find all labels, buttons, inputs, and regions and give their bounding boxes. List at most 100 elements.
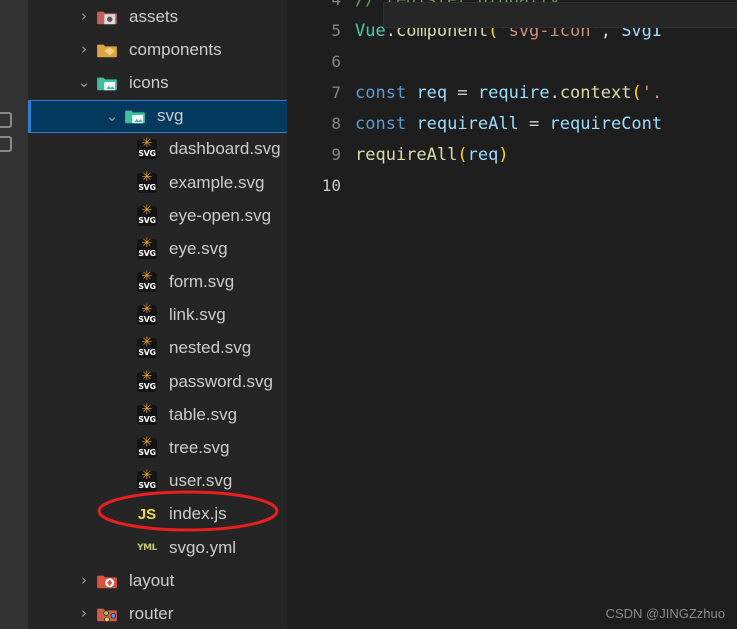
- starburst-icon: ✳: [141, 468, 153, 484]
- line-number: 4: [287, 0, 355, 9]
- line-number: 6: [331, 52, 341, 71]
- code-token: requireCont: [549, 113, 663, 134]
- tree-item-nested-svg[interactable]: ✳ SVG nested.svg: [28, 332, 287, 365]
- tree-item-label: assets: [129, 6, 179, 26]
- code-line[interactable]: 6: [287, 46, 737, 77]
- tree-item-label: components: [129, 39, 222, 59]
- tree-item-label: example.svg: [169, 172, 265, 192]
- code-token: =: [529, 113, 540, 134]
- svg-file-icon: ✳ SVG: [134, 336, 160, 359]
- chevron-right-icon[interactable]: ›: [74, 42, 94, 57]
- tree-item-link-svg[interactable]: ✳ SVG link.svg: [28, 299, 287, 332]
- tree-item-dashboard-svg[interactable]: ✳ SVG dashboard.svg: [28, 133, 287, 166]
- tree-item-user-svg[interactable]: ✳ SVG user.svg: [28, 465, 287, 498]
- tree-item-password-svg[interactable]: ✳ SVG password.svg: [28, 365, 287, 398]
- starburst-icon: ✳: [141, 169, 153, 185]
- tree-item-label: index.js: [169, 504, 227, 524]
- code-token: const: [355, 113, 407, 134]
- chevron-down-icon[interactable]: ⌄: [102, 108, 122, 124]
- tree-item-form-svg[interactable]: ✳ SVG form.svg: [28, 266, 287, 299]
- tree-item-components[interactable]: › components: [28, 33, 287, 66]
- js-icon-label: JS: [137, 505, 157, 523]
- tree-item-svg[interactable]: ⌄ svg: [28, 99, 287, 133]
- code-token: Vue: [355, 20, 386, 41]
- code-token: requireAll: [416, 113, 519, 134]
- tree-item-label: tree.svg: [169, 438, 230, 458]
- square-outline-icon[interactable]: [0, 112, 12, 128]
- starburst-icon: ✳: [141, 368, 153, 384]
- line-number: 5: [331, 21, 341, 40]
- code-token: .: [549, 82, 560, 103]
- svg-file-icon: ✳ SVG: [134, 468, 160, 492]
- tree-item-label: layout: [129, 570, 175, 590]
- tree-item-layout[interactable]: › layout: [28, 564, 287, 597]
- tree-item-assets[interactable]: › assets: [28, 0, 287, 33]
- starburst-icon: ✳: [141, 136, 153, 152]
- starburst-icon: ✳: [141, 202, 153, 218]
- code-text: const requireAll = requireCont: [355, 114, 662, 134]
- code-line[interactable]: 7 const req = require.context('.: [287, 77, 737, 108]
- tree-item-label: svgo.yml: [169, 537, 237, 557]
- code-text: const req = require.context('.: [355, 83, 662, 103]
- vscode-window: › › assets › components ⌄ icons ⌄ svg ✳SVG dashbo…: [0, 0, 737, 629]
- code-token: (: [631, 82, 642, 103]
- tree-item-label: nested.svg: [169, 338, 252, 358]
- code-token: const: [355, 82, 407, 103]
- tree-item-label: password.svg: [169, 371, 273, 391]
- chevron-right-icon[interactable]: ›: [74, 606, 94, 621]
- svg-file-icon: ✳ SVG: [134, 269, 160, 293]
- chevron-down-icon[interactable]: ⌄: [74, 75, 94, 90]
- code-token: req: [467, 144, 499, 165]
- square-outline-icon[interactable]: [0, 136, 12, 152]
- line-number: 8: [331, 114, 341, 133]
- code-token: =: [457, 82, 468, 103]
- tree-item-label: eye.svg: [169, 238, 228, 258]
- code-line[interactable]: 10: [287, 2, 737, 201]
- tree-item-label: icons: [129, 72, 169, 92]
- code-token: context: [559, 82, 632, 103]
- tree-item-router[interactable]: › router: [28, 597, 287, 629]
- yml-file-icon: YML: [134, 543, 160, 553]
- code-line[interactable]: 9 requireAll(req): [287, 139, 737, 170]
- tree-item-table-svg[interactable]: ✳ SVG table.svg: [28, 398, 287, 431]
- code-line[interactable]: 8 const requireAll = requireCont: [287, 108, 737, 139]
- tree-item-tree-svg[interactable]: ✳ SVG tree.svg: [28, 431, 287, 464]
- folder-components-icon: [94, 41, 120, 59]
- tree-item-label: router: [129, 603, 174, 623]
- svg-file-icon: ✳ SVG: [134, 169, 160, 193]
- tree-item-label: form.svg: [169, 272, 235, 292]
- tree-item-example-svg[interactable]: ✳ SVG example.svg: [28, 166, 287, 199]
- line-number: 10: [321, 176, 341, 195]
- folder-svg-open-icon: [122, 107, 148, 125]
- starburst-icon: ✳: [141, 269, 153, 285]
- code-text: requireAll(req): [355, 145, 509, 165]
- tree-item-eye-svg[interactable]: ✳ SVG eye.svg: [28, 232, 287, 265]
- tree-item-eye-open-svg[interactable]: ✳ SVG eye-open.svg: [28, 199, 287, 232]
- starburst-icon: ✳: [141, 401, 153, 417]
- tree-item-svgo-yml[interactable]: YML svgo.yml: [28, 531, 287, 564]
- tree-item-icons[interactable]: ⌄ icons: [28, 66, 287, 99]
- watermark-text: CSDN @JINGZzhuo: [605, 606, 725, 621]
- starburst-icon: ✳: [141, 302, 153, 318]
- folder-router-icon: [94, 605, 120, 623]
- file-explorer-tree[interactable]: › assets › components ⌄ icons ⌄ svg ✳ SVG dashboar…: [28, 0, 287, 629]
- chevron-right-icon[interactable]: ›: [74, 9, 94, 24]
- svg-file-icon: ✳ SVG: [134, 436, 160, 459]
- activity-bar: ›: [0, 0, 28, 629]
- tree-item-label: eye-open.svg: [169, 205, 272, 225]
- cursor-line-highlight: [383, 2, 737, 28]
- code-token: ): [498, 144, 509, 165]
- svg-file-icon: ✳ SVG: [134, 202, 160, 226]
- code-editor[interactable]: 4// register globally5Vue.component('svg…: [287, 0, 737, 629]
- chevron-right-icon[interactable]: ›: [74, 573, 94, 588]
- code-token: req: [416, 82, 448, 103]
- code-token: (: [457, 144, 468, 165]
- tree-item-label: dashboard.svg: [169, 139, 281, 159]
- tree-item-label: svg: [157, 106, 184, 126]
- tree-item-index-js[interactable]: JS index.js: [28, 498, 287, 531]
